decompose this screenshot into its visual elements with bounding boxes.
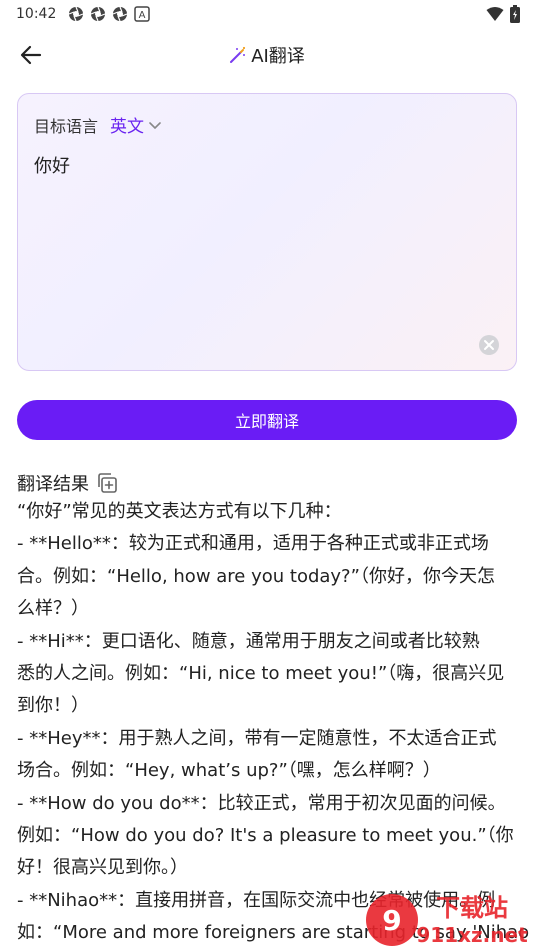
- translate-button[interactable]: 立即翻译: [17, 400, 517, 440]
- text-notification-icon: A: [134, 6, 151, 22]
- aperture-icon: [69, 6, 84, 22]
- result-line: - **Hi**：更口语化、随意，通常用于朋友之间或者比较熟: [17, 630, 480, 652]
- result-header: 翻译结果: [17, 470, 119, 496]
- result-line: 如：“More and more foreigners are starting…: [17, 922, 530, 944]
- result-title: 翻译结果: [17, 474, 89, 495]
- result-line: - **How do you do**：比较正式，常用于初次见面的问候。: [17, 792, 506, 814]
- translation-input-card: 目标语言 英文 你好: [17, 93, 517, 371]
- result-line: 悉的人之间。例如：“Hi, nice to meet you!”（嗨，很高兴见: [17, 663, 505, 685]
- source-text-input[interactable]: 你好: [34, 152, 70, 178]
- result-line: 么样？）: [17, 598, 89, 620]
- clear-icon[interactable]: [478, 334, 500, 356]
- result-line: 合。例如：“Hello, how are you today?”（你好，你今天怎: [17, 565, 495, 587]
- result-line: 到你！）: [17, 695, 89, 717]
- result-line: - **Hello**：较为正式和通用，适用于各种正式或非正式场: [17, 533, 489, 555]
- status-time: 10:42: [16, 6, 57, 22]
- result-text: “你好”常见的英文表达方式有以下几种： - **Hello**：较为正式和通用，…: [17, 496, 530, 950]
- copy-icon[interactable]: [95, 471, 119, 495]
- result-line: - **Hey**：用于熟人之间，带有一定随意性，不太适合正式: [17, 727, 497, 749]
- result-line: “你好”常见的英文表达方式有以下几种：: [17, 501, 342, 522]
- target-language-label: 目标语言: [34, 116, 99, 136]
- system-icons: [486, 5, 520, 23]
- svg-text:A: A: [139, 10, 146, 21]
- result-line: - **Nihao**：直接用拼音，在国际交流中也经常被使用。例: [17, 889, 496, 911]
- aperture-icon: [91, 6, 106, 22]
- page-title: AI翻译: [0, 42, 534, 68]
- target-language-row: 目标语言 英文: [34, 112, 162, 137]
- app-bar: AI翻译: [0, 30, 534, 78]
- wifi-icon: [486, 7, 504, 21]
- result-line: 场合。例如：“Hey, what’s up?”（嘿，怎么样啊？）: [17, 760, 441, 782]
- status-bar: 10:42 A: [0, 0, 534, 28]
- result-line: 好！很高兴见到你。）: [17, 857, 188, 879]
- chevron-down-icon: [149, 121, 161, 129]
- battery-icon: [510, 5, 520, 23]
- aperture-icon: [113, 6, 128, 22]
- magic-wand-icon: [230, 46, 246, 63]
- target-language-value: 英文: [110, 117, 145, 137]
- page-title-text: AI翻译: [251, 46, 305, 67]
- notification-icons: A: [68, 6, 151, 22]
- result-line: 例如：“How do you do? It's a pleasure to me…: [17, 825, 514, 847]
- target-language-select[interactable]: 英文: [110, 112, 162, 137]
